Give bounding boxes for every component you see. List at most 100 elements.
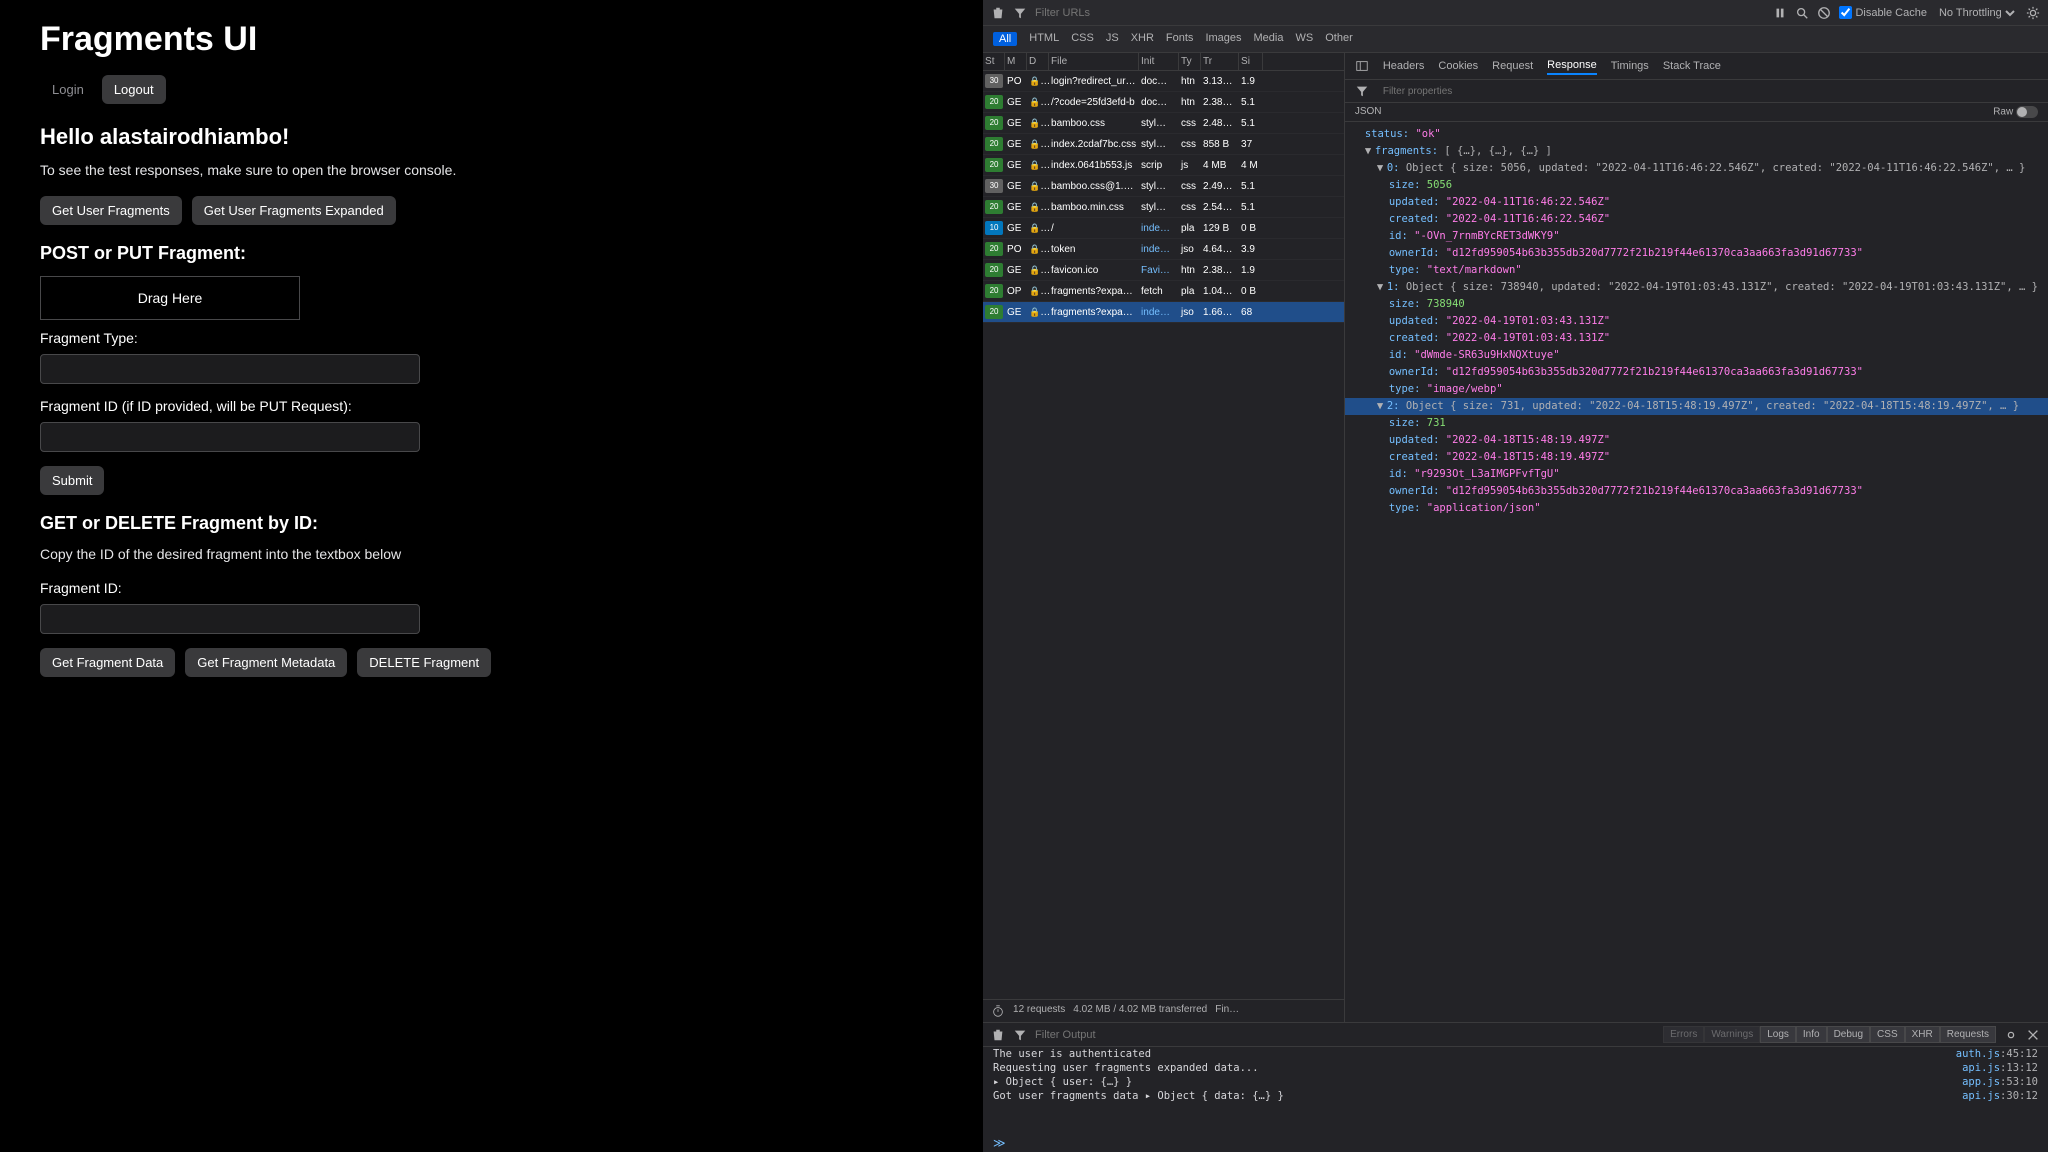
filter-tab-ws[interactable]: WS (1295, 32, 1313, 46)
json-line[interactable]: type: "image/webp" (1345, 381, 2048, 398)
json-line[interactable]: id: "dWmde-SR63u9HxNQXtuye" (1345, 347, 2048, 364)
json-line[interactable]: created: "2022-04-19T01:03:43.131Z" (1345, 330, 2048, 347)
tab-response[interactable]: Response (1547, 57, 1597, 75)
network-row[interactable]: 20GE🔒l…index.2cdaf7bc.cssstyl…css858 B37 (983, 134, 1344, 155)
json-line[interactable]: ▼fragments: [ {…}, {…}, {…} ] (1345, 143, 2048, 160)
console-filter-requests[interactable]: Requests (1940, 1026, 1996, 1043)
drag-dropzone[interactable]: Drag Here (40, 276, 300, 320)
network-row[interactable]: 20GE🔒fr…fragments?expand=inde…jso1.66…68 (983, 302, 1344, 323)
login-button[interactable]: Login (40, 75, 96, 104)
json-line[interactable]: status: "ok" (1345, 126, 2048, 143)
console-filter-logs[interactable]: Logs (1760, 1026, 1796, 1043)
funnel-icon[interactable] (1013, 6, 1027, 20)
funnel-icon[interactable] (1013, 1028, 1027, 1042)
funnel-icon[interactable] (1355, 84, 1369, 98)
disable-cache-checkbox[interactable]: Disable Cache (1839, 6, 1927, 19)
network-row[interactable]: 20OP🔒fr…fragments?expand=fetchpla1.04…0 … (983, 281, 1344, 302)
col-header[interactable]: St (983, 53, 1005, 70)
network-row[interactable]: 10GE🔒l…/inde…pla129 B0 B (983, 218, 1344, 239)
filter-tab-other[interactable]: Other (1325, 32, 1353, 46)
filter-tab-js[interactable]: JS (1106, 32, 1119, 46)
network-row[interactable]: 20GE🔒l…/?code=25fd3efd-bdoc…htn2.38…5.1 (983, 92, 1344, 113)
console-filter-debug[interactable]: Debug (1827, 1026, 1870, 1043)
col-header[interactable]: Init (1139, 53, 1179, 70)
col-header[interactable]: File (1049, 53, 1139, 70)
json-line[interactable]: ownerId: "d12fd959054b63b355db320d7772f2… (1345, 364, 2048, 381)
network-row[interactable]: 20GE🔒l…favicon.icoFavi…htn2.38…1.9 (983, 260, 1344, 281)
trash-icon[interactable] (991, 6, 1005, 20)
console-prompt[interactable]: ≫ (983, 1134, 2048, 1152)
col-header[interactable]: D (1027, 53, 1049, 70)
json-line[interactable]: size: 738940 (1345, 296, 2048, 313)
pause-icon[interactable] (1773, 6, 1787, 20)
tab-stacktrace[interactable]: Stack Trace (1663, 58, 1721, 74)
json-line[interactable]: size: 5056 (1345, 177, 2048, 194)
network-row[interactable]: 20GE🔒l…index.0641b553.jsscripjs4 MB4 M (983, 155, 1344, 176)
network-row[interactable]: 20PO🔒fr…tokeninde…jso4.64…3.9 (983, 239, 1344, 260)
fragment-id-input[interactable] (40, 604, 420, 634)
json-line[interactable]: ownerId: "d12fd959054b63b355db320d7772f2… (1345, 483, 2048, 500)
network-row[interactable]: 20GE🔒u…bamboo.cssstyl…css2.48…5.1 (983, 113, 1344, 134)
fragment-type-input[interactable] (40, 354, 420, 384)
filter-urls-input[interactable] (1035, 7, 1177, 19)
console-filter-xhr[interactable]: XHR (1905, 1026, 1940, 1043)
console-filter-errors[interactable]: Errors (1663, 1026, 1704, 1043)
network-row[interactable]: 30PO🔒fr…login?redirect_uri=hdoc…htn3.13…… (983, 71, 1344, 92)
search-icon[interactable] (1795, 6, 1809, 20)
gear-icon[interactable] (2004, 1028, 2018, 1042)
console-line[interactable]: The user is authenticatedauth.js:45:12 (983, 1047, 2048, 1061)
get-fragment-metadata-button[interactable]: Get Fragment Metadata (185, 648, 347, 677)
tab-headers[interactable]: Headers (1383, 58, 1425, 74)
col-header[interactable]: Ty (1179, 53, 1201, 70)
fragment-id-put-input[interactable] (40, 422, 420, 452)
sidebar-toggle-icon[interactable] (1355, 59, 1369, 73)
network-row[interactable]: 30GE🔒l…bamboo.css@1.3.9styl…css2.49…5.1 (983, 176, 1344, 197)
filter-tab-media[interactable]: Media (1254, 32, 1284, 46)
raw-toggle[interactable] (2016, 106, 2038, 118)
close-icon[interactable] (2026, 1028, 2040, 1042)
col-header[interactable]: Si (1239, 53, 1263, 70)
filter-tab-images[interactable]: Images (1205, 32, 1241, 46)
json-line[interactable]: type: "text/markdown" (1345, 262, 2048, 279)
logout-button[interactable]: Logout (102, 75, 166, 104)
get-fragments-expanded-button[interactable]: Get User Fragments Expanded (192, 196, 396, 225)
json-line[interactable]: size: 731 (1345, 415, 2048, 432)
tab-timings[interactable]: Timings (1611, 58, 1649, 74)
network-row[interactable]: 20GE🔒u…bamboo.min.cssstyl…css2.54…5.1 (983, 197, 1344, 218)
gear-icon[interactable] (2026, 6, 2040, 20)
console-line[interactable]: ▸ Object { user: {…} }app.js:53:10 (983, 1075, 2048, 1089)
get-fragments-button[interactable]: Get User Fragments (40, 196, 182, 225)
filter-output-input[interactable] (1035, 1029, 1177, 1041)
get-fragment-data-button[interactable]: Get Fragment Data (40, 648, 175, 677)
col-header[interactable]: M (1005, 53, 1027, 70)
filter-tab-xhr[interactable]: XHR (1131, 32, 1154, 46)
json-line[interactable]: ▼2: Object { size: 731, updated: "2022-0… (1345, 398, 2048, 415)
throttling-select[interactable]: No Throttling (1935, 6, 2018, 20)
json-line[interactable]: updated: "2022-04-19T01:03:43.131Z" (1345, 313, 2048, 330)
delete-fragment-button[interactable]: DELETE Fragment (357, 648, 491, 677)
json-line[interactable]: created: "2022-04-18T15:48:19.497Z" (1345, 449, 2048, 466)
console-line[interactable]: Got user fragments data ▸ Object { data:… (983, 1089, 2048, 1103)
console-filter-warnings[interactable]: Warnings (1704, 1026, 1760, 1043)
json-line[interactable]: ▼1: Object { size: 738940, updated: "202… (1345, 279, 2048, 296)
json-line[interactable]: updated: "2022-04-11T16:46:22.546Z" (1345, 194, 2048, 211)
col-header[interactable]: Tr (1201, 53, 1239, 70)
filter-tab-css[interactable]: CSS (1071, 32, 1094, 46)
json-line[interactable]: created: "2022-04-11T16:46:22.546Z" (1345, 211, 2048, 228)
json-line[interactable]: ownerId: "d12fd959054b63b355db320d7772f2… (1345, 245, 2048, 262)
console-line[interactable]: Requesting user fragments expanded data.… (983, 1061, 2048, 1075)
json-line[interactable]: id: "r9293Ot_L3aIMGPFvfTgU" (1345, 466, 2048, 483)
json-line[interactable]: updated: "2022-04-18T15:48:19.497Z" (1345, 432, 2048, 449)
console-filter-css[interactable]: CSS (1870, 1026, 1905, 1043)
tab-cookies[interactable]: Cookies (1438, 58, 1478, 74)
json-line[interactable]: type: "application/json" (1345, 500, 2048, 517)
json-line[interactable]: ▼0: Object { size: 5056, updated: "2022-… (1345, 160, 2048, 177)
block-icon[interactable] (1817, 6, 1831, 20)
filter-tab-all[interactable]: All (993, 32, 1017, 46)
trash-icon[interactable] (991, 1028, 1005, 1042)
submit-button[interactable]: Submit (40, 466, 104, 495)
tab-request[interactable]: Request (1492, 58, 1533, 74)
json-line[interactable]: id: "-OVn_7rnmBYcRET3dWKY9" (1345, 228, 2048, 245)
console-filter-info[interactable]: Info (1796, 1026, 1827, 1043)
filter-tab-html[interactable]: HTML (1029, 32, 1059, 46)
